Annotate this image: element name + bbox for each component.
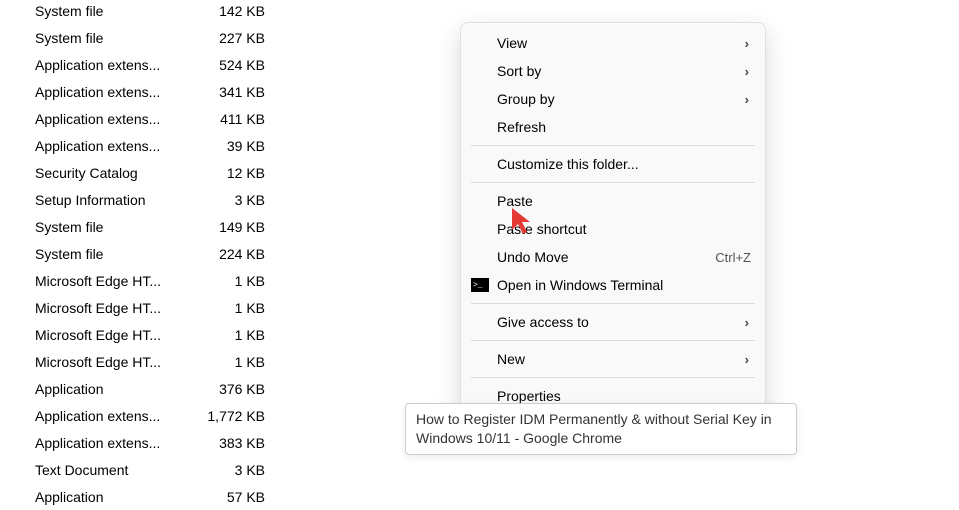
- tooltip-text: How to Register IDM Permanently & withou…: [416, 411, 772, 446]
- file-row[interactable]: Text Document3 KB: [0, 456, 300, 483]
- file-type: Security Catalog: [35, 165, 190, 181]
- file-size: 12 KB: [190, 165, 270, 181]
- menu-label: Group by: [497, 91, 745, 107]
- menu-view[interactable]: View ›: [461, 29, 765, 57]
- chevron-right-icon: ›: [745, 92, 751, 107]
- file-type: Application: [35, 381, 190, 397]
- file-row[interactable]: Application57 KB: [0, 483, 300, 510]
- chevron-right-icon: ›: [745, 36, 751, 51]
- file-type: Text Document: [35, 462, 190, 478]
- tooltip: How to Register IDM Permanently & withou…: [405, 403, 797, 455]
- menu-refresh[interactable]: Refresh: [461, 113, 765, 141]
- file-size: 227 KB: [190, 30, 270, 46]
- file-size: 224 KB: [190, 246, 270, 262]
- file-size: 1 KB: [190, 327, 270, 343]
- file-size: 383 KB: [190, 435, 270, 451]
- menu-undo-move[interactable]: Undo Move Ctrl+Z: [461, 243, 765, 271]
- file-type: Application extens...: [35, 138, 190, 154]
- menu-give-access[interactable]: Give access to ›: [461, 308, 765, 336]
- file-size: 1 KB: [190, 273, 270, 289]
- file-type: Application extens...: [35, 435, 190, 451]
- file-size: 411 KB: [190, 111, 270, 127]
- menu-divider: [471, 377, 755, 378]
- file-row[interactable]: Security Catalog12 KB: [0, 159, 300, 186]
- file-type: System file: [35, 246, 190, 262]
- file-row[interactable]: Application376 KB: [0, 375, 300, 402]
- file-type: Microsoft Edge HT...: [35, 300, 190, 316]
- file-type: Setup Information: [35, 192, 190, 208]
- file-row[interactable]: Application extens...1,772 KB: [0, 402, 300, 429]
- menu-label: New: [497, 351, 745, 367]
- file-list: System file142 KBSystem file227 KBApplic…: [0, 0, 300, 510]
- menu-label: Give access to: [497, 314, 745, 330]
- file-type: System file: [35, 219, 190, 235]
- terminal-icon: [471, 278, 489, 292]
- file-type: Application extens...: [35, 408, 190, 424]
- menu-group-by[interactable]: Group by ›: [461, 85, 765, 113]
- menu-label: Paste shortcut: [497, 221, 751, 237]
- file-type: Microsoft Edge HT...: [35, 273, 190, 289]
- file-size: 57 KB: [190, 489, 270, 505]
- file-row[interactable]: Application extens...341 KB: [0, 78, 300, 105]
- menu-open-terminal[interactable]: Open in Windows Terminal: [461, 271, 765, 299]
- file-type: System file: [35, 3, 190, 19]
- menu-label: Customize this folder...: [497, 156, 751, 172]
- file-size: 3 KB: [190, 462, 270, 478]
- file-type: Microsoft Edge HT...: [35, 327, 190, 343]
- menu-divider: [471, 340, 755, 341]
- file-size: 1 KB: [190, 354, 270, 370]
- file-size: 149 KB: [190, 219, 270, 235]
- file-type: Application extens...: [35, 111, 190, 127]
- file-row[interactable]: System file227 KB: [0, 24, 300, 51]
- file-size: 1,772 KB: [190, 408, 270, 424]
- menu-divider: [471, 145, 755, 146]
- context-menu: View › Sort by › Group by › Refresh Cust…: [460, 22, 766, 417]
- menu-divider: [471, 182, 755, 183]
- file-size: 142 KB: [190, 3, 270, 19]
- file-row[interactable]: Microsoft Edge HT...1 KB: [0, 294, 300, 321]
- chevron-right-icon: ›: [745, 352, 751, 367]
- file-row[interactable]: Application extens...411 KB: [0, 105, 300, 132]
- file-row[interactable]: Setup Information3 KB: [0, 186, 300, 213]
- file-row[interactable]: System file224 KB: [0, 240, 300, 267]
- file-row[interactable]: System file149 KB: [0, 213, 300, 240]
- menu-sort-by[interactable]: Sort by ›: [461, 57, 765, 85]
- file-row[interactable]: Application extens...383 KB: [0, 429, 300, 456]
- menu-label: Sort by: [497, 63, 745, 79]
- file-size: 1 KB: [190, 300, 270, 316]
- menu-shortcut: Ctrl+Z: [715, 250, 751, 265]
- file-type: Application: [35, 489, 190, 505]
- file-size: 3 KB: [190, 192, 270, 208]
- menu-paste-shortcut[interactable]: Paste shortcut: [461, 215, 765, 243]
- file-row[interactable]: Microsoft Edge HT...1 KB: [0, 348, 300, 375]
- file-type: Application extens...: [35, 57, 190, 73]
- menu-label: Properties: [497, 388, 751, 404]
- file-row[interactable]: Microsoft Edge HT...1 KB: [0, 321, 300, 348]
- file-row[interactable]: Application extens...524 KB: [0, 51, 300, 78]
- file-row[interactable]: Application extens...39 KB: [0, 132, 300, 159]
- file-type: System file: [35, 30, 190, 46]
- file-type: Application extens...: [35, 84, 190, 100]
- file-row[interactable]: System file142 KB: [0, 0, 300, 24]
- menu-label: View: [497, 35, 745, 51]
- file-size: 524 KB: [190, 57, 270, 73]
- chevron-right-icon: ›: [745, 315, 751, 330]
- menu-label: Undo Move: [497, 249, 715, 265]
- menu-label: Refresh: [497, 119, 751, 135]
- file-type: Microsoft Edge HT...: [35, 354, 190, 370]
- file-row[interactable]: Microsoft Edge HT...1 KB: [0, 267, 300, 294]
- file-size: 39 KB: [190, 138, 270, 154]
- menu-paste[interactable]: Paste: [461, 187, 765, 215]
- file-size: 376 KB: [190, 381, 270, 397]
- menu-divider: [471, 303, 755, 304]
- menu-new[interactable]: New ›: [461, 345, 765, 373]
- menu-label: Paste: [497, 193, 751, 209]
- file-size: 341 KB: [190, 84, 270, 100]
- chevron-right-icon: ›: [745, 64, 751, 79]
- menu-label: Open in Windows Terminal: [497, 277, 751, 293]
- menu-customize[interactable]: Customize this folder...: [461, 150, 765, 178]
